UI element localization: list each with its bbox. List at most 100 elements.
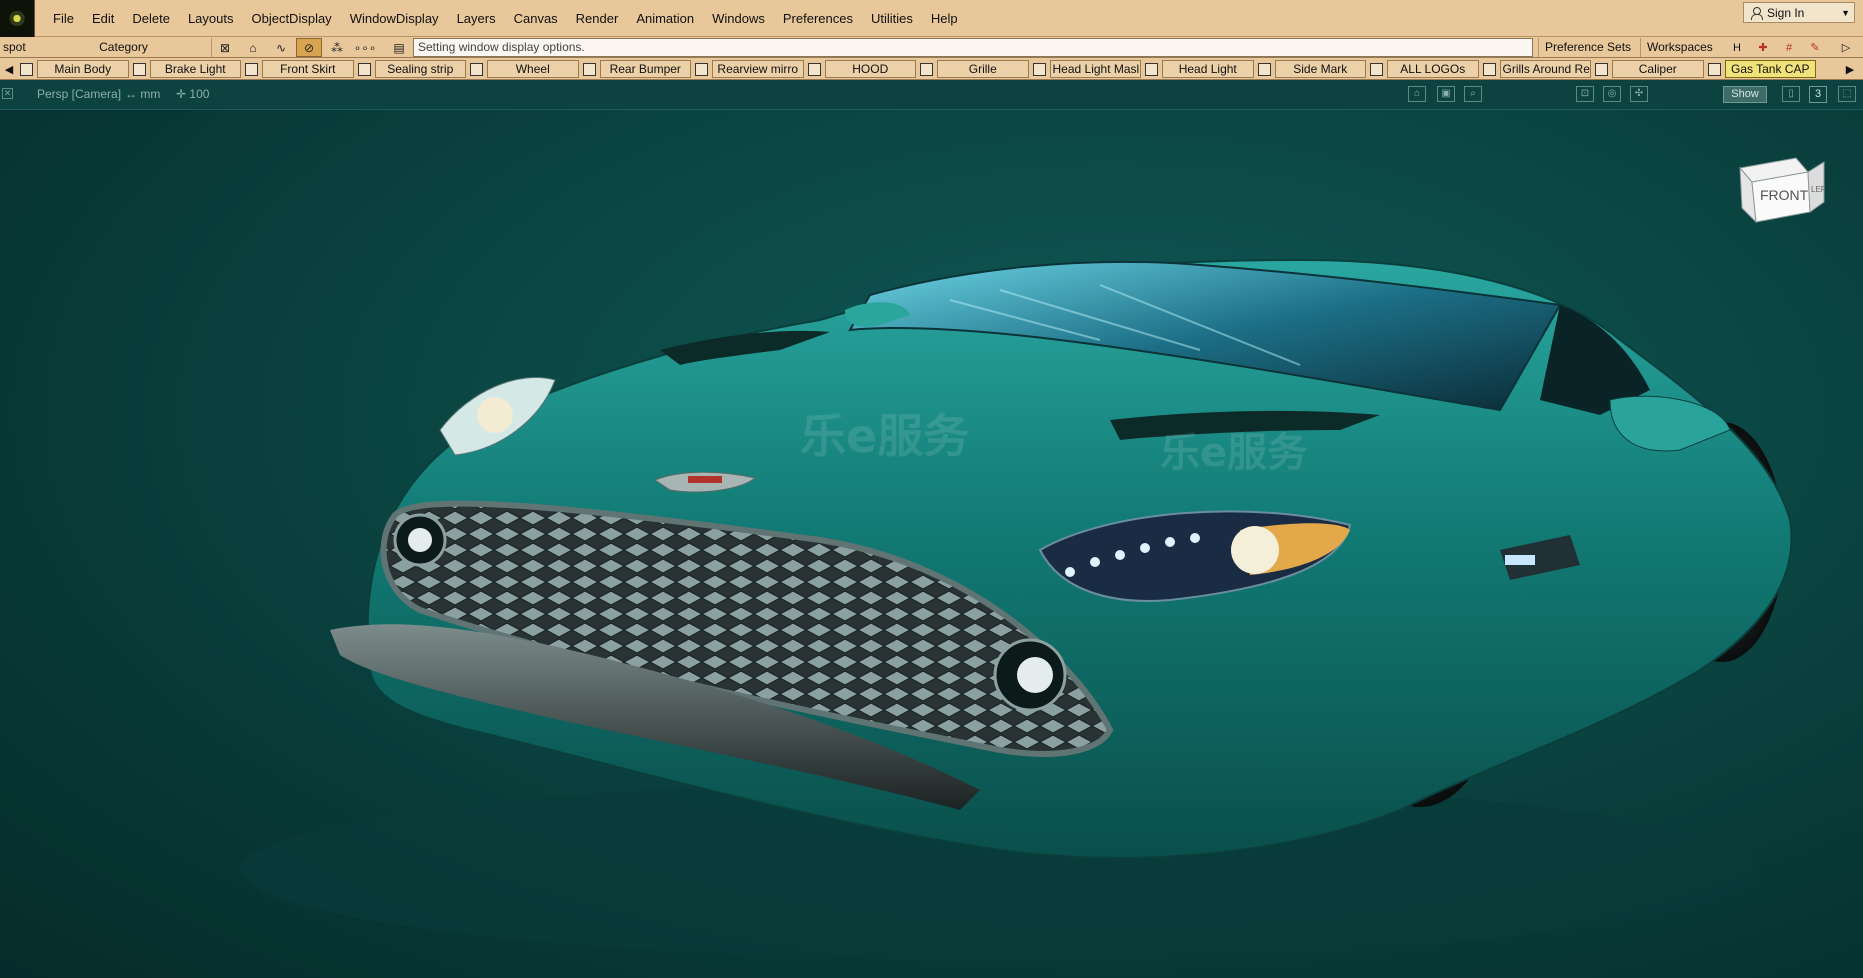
layer-visibility-checkbox[interactable] [1032,62,1046,76]
layer-visibility-checkbox[interactable] [582,62,596,76]
layer-label[interactable]: Grills Around Re [1499,60,1591,78]
layer-label[interactable]: Front Skirt [262,60,354,78]
layer-visibility-checkbox[interactable] [695,62,708,76]
menu-animation[interactable]: Animation [627,11,703,26]
camera-frame-icon[interactable]: ▣ [1437,86,1455,102]
pick-more-icon[interactable]: ∘∘∘ [352,38,378,57]
menu-objectdisplay[interactable]: ObjectDisplay [242,11,340,26]
menu-help[interactable]: Help [922,11,967,26]
layer-visibility-checkbox[interactable] [1482,62,1496,76]
preference-sets-button[interactable]: Preference Sets [1538,38,1637,57]
layer-visibility-checkbox[interactable] [1707,62,1721,76]
diagnostic-shade-icon[interactable]: ◎ [1603,86,1621,102]
layer-side-mark[interactable]: Side Mark [1257,60,1371,78]
layer-grille[interactable]: Grille [920,60,1033,78]
layer-visibility-checkbox[interactable] [1145,62,1158,76]
layer-visibility-checkbox[interactable] [132,62,146,76]
menu-utilities[interactable]: Utilities [862,11,922,26]
camera-zoom-icon[interactable]: ⌕ [1464,86,1482,102]
view-cube-left[interactable]: LEFT [1811,185,1826,194]
show-button[interactable]: Show [1723,86,1767,103]
expand-right-icon[interactable]: ▷ [1836,39,1856,56]
layer-head-light-mask[interactable]: Head Light Masl [1032,60,1146,78]
snap-tool-icon[interactable]: ✚ [1753,39,1773,56]
look-at-icon[interactable]: ⊡ [1576,86,1594,102]
curve-snap-icon[interactable]: ✎ [1805,39,1825,56]
car-render [240,258,1793,960]
layer-hood[interactable]: HOOD [807,60,921,78]
modeling-viewport[interactable]: 乐e服务 乐e服务 FRONT LEFT [0,110,1863,978]
layer-all-logos[interactable]: ALL LOGOs [1370,60,1483,78]
pick-point-icon[interactable]: ⁂ [324,38,350,57]
layer-front-skirt[interactable]: Front Skirt [245,60,358,78]
scroll-left-icon[interactable]: ◀ [2,61,16,77]
history-icon[interactable]: H [1727,39,1747,56]
prompt-history-icon[interactable]: ▤ [386,38,412,57]
layer-label-active[interactable]: Gas Tank CAP [1724,60,1816,78]
layer-grills-around[interactable]: Grills Around Re [1482,60,1596,78]
layer-label[interactable]: Grille [937,60,1029,78]
close-window-icon[interactable]: ✕ [2,88,13,99]
menu-delete[interactable]: Delete [123,11,179,26]
fit-view-icon[interactable]: ✣ [1630,86,1648,102]
layer-label[interactable]: Wheel [487,60,579,78]
category-dropdown[interactable]: Category [36,38,212,57]
layer-rearview-mirror[interactable]: Rearview mirro [695,60,808,78]
layer-sealing-strip[interactable]: Sealing strip [357,60,471,78]
menu-windowdisplay[interactable]: WindowDisplay [341,11,448,26]
layer-label[interactable]: ALL LOGOs [1387,60,1479,78]
layer-label[interactable]: Sealing strip [374,60,466,78]
layer-visibility-checkbox[interactable] [1257,62,1271,76]
layer-label[interactable]: Head Light [1162,60,1254,78]
menu-layers[interactable]: Layers [448,11,505,26]
pick-none-icon[interactable]: ⊠ [212,38,238,57]
menu-preferences[interactable]: Preferences [774,11,862,26]
layer-label[interactable]: Head Light Masl [1049,60,1141,78]
view-cube-front[interactable]: FRONT [1760,187,1809,203]
shelf-name[interactable]: spot [0,38,35,57]
layer-gas-tank-cap[interactable]: Gas Tank CAP [1707,60,1821,78]
layer-label[interactable]: Rear Bumper [599,60,691,78]
view-cube[interactable]: FRONT LEFT [1738,150,1826,226]
layer-label[interactable]: HOOD [824,60,916,78]
layer-head-light[interactable]: Head Light [1145,60,1258,78]
user-icon [1750,6,1763,20]
pick-object-icon[interactable]: ⌂ [240,38,266,57]
sign-in-button[interactable]: Sign In ▼ [1743,2,1855,23]
layer-visibility-checkbox[interactable] [920,62,933,76]
pick-surface-icon[interactable]: ⊘ [296,38,322,57]
layer-main-body[interactable]: Main Body [20,60,133,78]
layer-caliper[interactable]: Caliper [1595,60,1708,78]
app-logo-icon[interactable] [0,0,35,37]
window-number[interactable]: 3 [1809,86,1827,103]
camera-tumble-icon[interactable]: ⌂ [1408,86,1426,102]
layer-label[interactable]: Side Mark [1274,60,1366,78]
layer-visibility-checkbox[interactable] [357,62,371,76]
layer-visibility-checkbox[interactable] [470,62,483,76]
layer-label[interactable]: Caliper [1612,60,1704,78]
menu-canvas[interactable]: Canvas [505,11,567,26]
maximize-window-icon[interactable]: ⬚ [1838,86,1856,102]
menu-render[interactable]: Render [567,11,628,26]
layer-label[interactable]: Brake Light [149,60,241,78]
menu-layouts[interactable]: Layouts [179,11,243,26]
workspaces-button[interactable]: Workspaces [1640,38,1719,57]
layer-visibility-checkbox[interactable] [1370,62,1383,76]
menu-windows[interactable]: Windows [703,11,774,26]
scroll-right-icon[interactable]: ▶ [1843,61,1857,77]
pick-curve-icon[interactable]: ∿ [268,38,294,57]
layer-wheel[interactable]: Wheel [470,60,583,78]
window-split-icon[interactable]: ▯ [1782,86,1800,102]
layer-rear-bumper[interactable]: Rear Bumper [582,60,696,78]
layer-label[interactable]: Rearview mirro [712,60,804,78]
units-value: mm [140,87,161,101]
menu-file[interactable]: File [44,11,83,26]
layer-visibility-checkbox[interactable] [20,62,33,76]
layer-label[interactable]: Main Body [37,60,129,78]
menu-edit[interactable]: Edit [83,11,123,26]
layer-brake-light[interactable]: Brake Light [132,60,246,78]
layer-visibility-checkbox[interactable] [245,62,258,76]
layer-visibility-checkbox[interactable] [807,62,821,76]
grid-snap-icon[interactable]: # [1779,39,1799,56]
layer-visibility-checkbox[interactable] [1595,62,1608,76]
